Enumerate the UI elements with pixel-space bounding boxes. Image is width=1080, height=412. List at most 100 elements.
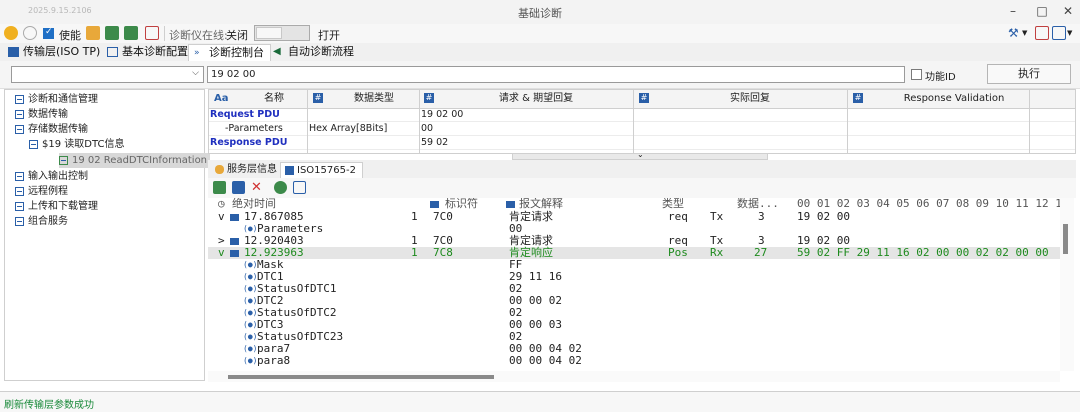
col-name[interactable]: 名称 [239, 90, 309, 108]
window-title: 基础诊断 [518, 7, 562, 20]
trace-view: ◷ 绝对时间 标识符 报文解释 类型 数据... 00 01 02 03 04 … [208, 198, 1060, 371]
trace-toolbar: ✕ [208, 178, 1076, 198]
layout-icon[interactable] [1052, 26, 1066, 40]
delete-icon[interactable]: ✕ [251, 181, 264, 194]
copy-icon[interactable] [232, 181, 245, 194]
tab-auto-flow[interactable]: ◀ 自动诊断流程 [268, 44, 360, 60]
tree-leaf-icon [59, 155, 68, 165]
trace-message-row[interactable]: v 17.867085 1 7C0 肯定请求 req Tx 3 19 02 00 [208, 211, 1060, 223]
open-folder-icon[interactable] [86, 26, 100, 40]
service-combo[interactable]: ⌵ [11, 66, 204, 83]
save-icon[interactable] [105, 26, 119, 40]
col-data-length[interactable]: 数据... [737, 198, 779, 210]
tree-item[interactable]: 诊断和通信管理 [15, 92, 98, 107]
tab-service-layer-info[interactable]: 服务层信息 [211, 162, 283, 177]
close-button[interactable]: ✕ [1060, 3, 1076, 19]
layout-dropdown-icon[interactable]: ▼ [1067, 29, 1072, 37]
sort-icon[interactable] [293, 181, 306, 194]
col-type[interactable]: 数据类型 [329, 90, 419, 108]
trace-param-row[interactable]: (●) Mask FF [208, 259, 1060, 271]
clock-icon[interactable] [274, 181, 287, 194]
home-icon[interactable] [145, 26, 159, 40]
tree-item[interactable]: 输入输出控制 [15, 169, 88, 184]
chevron-down-icon: ⌵ [192, 68, 199, 78]
grid-header: Aa 名称 # 数据类型 # 请求 & 期望回复 # 实际回复 # Respon… [209, 90, 1075, 109]
status-message: 刷新传输层参数成功 [4, 400, 94, 411]
tab-basic-config[interactable]: 基本诊断配置 [102, 44, 194, 60]
toggle-knob [256, 27, 282, 39]
request-input[interactable]: 19 02 00 [207, 66, 905, 83]
col-actual[interactable]: 实际回复 [655, 90, 845, 108]
tester-online-label: 诊断仪在线: [169, 29, 228, 42]
parameter-icon: (●) [243, 332, 258, 341]
tree-item[interactable]: 存储数据传输 [15, 122, 88, 137]
clock-icon: ◷ [218, 198, 225, 210]
expand-icon[interactable]: v [218, 247, 225, 259]
service-tree: 诊断和通信管理 数据传输 存储数据传输 $19 读取DTC信息 19 02 Re… [4, 89, 211, 381]
console-icon: » [194, 48, 200, 58]
col-desc[interactable]: 报文解释 [519, 198, 563, 210]
enable-checkbox[interactable] [43, 27, 54, 39]
tab-label: 传输层(ISO TP) [23, 45, 101, 58]
pause-icon[interactable] [213, 181, 226, 194]
maximize-button[interactable]: □ [1034, 3, 1050, 19]
tab-diag-console[interactable]: » 诊断控制台 [188, 44, 271, 61]
status-bar: 刷新传输层参数成功 [0, 391, 1080, 412]
lower-tabs: 服务层信息 ISO15765-2 [208, 160, 1076, 178]
message-icon [285, 166, 294, 175]
trace-param-row[interactable]: (●) Parameters 00 [208, 223, 1060, 235]
tree-item[interactable]: 上传和下载管理 [15, 199, 98, 214]
grid-row[interactable]: -Parameters Hex Array[8Bits] 00 [209, 123, 1075, 136]
col-id[interactable]: 标识符 [445, 198, 478, 210]
function-id-checkbox[interactable] [911, 69, 922, 80]
clear-icon[interactable] [1035, 26, 1049, 40]
info-icon [215, 165, 224, 174]
parameter-icon: (●) [243, 260, 258, 269]
col-validation[interactable]: Response Validation [869, 90, 1039, 108]
trace-header: ◷ 绝对时间 标识符 报文解释 类型 数据... 00 01 02 03 04 … [208, 198, 1060, 210]
col-bytes: 00 01 02 03 04 05 06 07 08 09 10 11 12 1… [797, 198, 1060, 210]
tree-node-icon [15, 171, 24, 181]
scroll-thumb[interactable] [228, 375, 494, 379]
col-time[interactable]: 绝对时间 [232, 198, 276, 210]
trace-param-row[interactable]: (●) para7 00 00 04 02 [208, 343, 1060, 355]
grid-row[interactable]: Response PDU 59 02 [209, 137, 1075, 150]
tree-item-selected[interactable]: 19 02 ReadDTCInformation [59, 153, 211, 168]
link-icon[interactable] [4, 26, 18, 40]
tester-online-toggle[interactable] [254, 25, 310, 41]
expand-icon[interactable]: v [218, 211, 225, 223]
trace-param-row[interactable]: (●) para8 00 00 04 02 [208, 355, 1060, 367]
wrench-icon[interactable]: ⚒ [1008, 26, 1022, 40]
mail-icon [230, 211, 239, 223]
col-request[interactable]: 请求 & 期望回复 [441, 90, 631, 108]
enable-label: 使能 [59, 29, 81, 42]
tab-label: 基本诊断配置 [122, 45, 188, 58]
trace-param-row[interactable]: (●) StatusOfDTC23 02 [208, 331, 1060, 343]
tree-item[interactable]: $19 读取DTC信息 [29, 137, 124, 152]
trace-param-row[interactable]: (●) StatusOfDTC2 02 [208, 307, 1060, 319]
panel-splitter[interactable]: ⌄ [512, 150, 768, 160]
trace-horizontal-scrollbar[interactable] [208, 371, 1060, 382]
wrench-dropdown-icon[interactable]: ▼ [1022, 29, 1027, 37]
scroll-thumb[interactable] [1063, 224, 1068, 254]
tree-item[interactable]: 组合服务 [15, 214, 68, 229]
tree-node-icon [15, 109, 24, 119]
tree-node-icon [15, 186, 24, 196]
trace-vertical-scrollbar[interactable] [1060, 198, 1074, 371]
tab-iso15765[interactable]: ISO15765-2 [280, 162, 363, 178]
tree-item[interactable]: 远程例程 [15, 184, 68, 199]
execute-button[interactable]: 执行 [987, 64, 1071, 84]
save-as-icon[interactable] [124, 26, 138, 40]
trace-message-row-selected[interactable]: v 12.923963 1 7C8 肯定响应 Pos Rx 27 59 02 F… [208, 247, 1060, 259]
minimize-button[interactable]: – [1005, 3, 1021, 19]
tree-node-icon [15, 201, 24, 211]
col-type[interactable]: 类型 [662, 198, 684, 210]
tree-item[interactable]: 数据传输 [15, 107, 68, 122]
transport-icon [8, 47, 19, 57]
tab-label: 诊断控制台 [209, 46, 264, 59]
tree-node-icon [15, 124, 24, 134]
tab-transport-layer[interactable]: 传输层(ISO TP) [3, 44, 106, 60]
grid-row[interactable]: Request PDU 19 02 00 [209, 109, 1075, 122]
trace-param-row[interactable]: (●) StatusOfDTC1 02 [208, 283, 1060, 295]
disconnect-icon[interactable] [23, 26, 37, 40]
